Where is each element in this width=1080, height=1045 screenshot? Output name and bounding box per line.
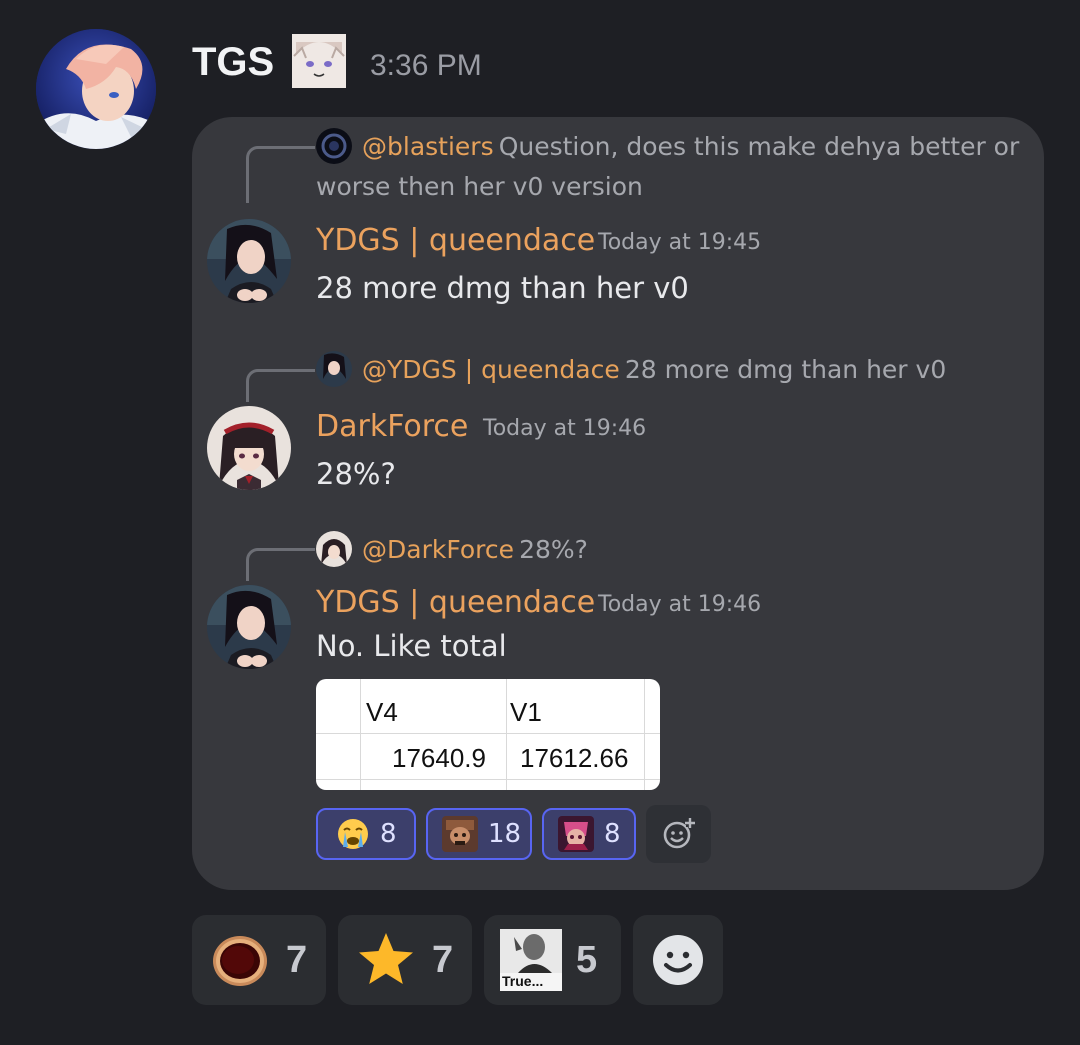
reply-mention[interactable]: @YDGS | queendace <box>362 355 620 384</box>
anime-face-sticker <box>292 34 346 88</box>
smiley-icon <box>653 935 703 985</box>
message-avatar[interactable] <box>207 585 291 669</box>
reaction[interactable]: 7 <box>192 915 326 1005</box>
star-icon <box>359 933 413 984</box>
reaction[interactable]: 7 <box>338 915 472 1005</box>
inner-reaction[interactable]: 8 <box>316 808 416 860</box>
table-cell: 17612.66 <box>520 743 629 773</box>
reply-connector <box>246 548 315 581</box>
message-time: Today at 19:45 <box>598 230 762 255</box>
message-text: 28%? <box>316 457 396 491</box>
reply-mention[interactable]: @blastiers <box>362 132 494 161</box>
reply-connector <box>246 146 315 203</box>
add-reaction-button[interactable] <box>633 915 723 1005</box>
message-text: 28 more dmg than her v0 <box>316 271 689 305</box>
reply-preview[interactable]: @blastiers Question, does this make dehy… <box>316 128 1022 208</box>
reply-preview[interactable]: @YDGS | queendace 28 more dmg than her v… <box>362 351 946 391</box>
reply-preview[interactable]: @DarkForce 28%? <box>362 531 588 571</box>
author-name[interactable]: TGS <box>192 38 274 86</box>
inner-reaction[interactable]: 8 <box>542 808 636 860</box>
reply-avatar <box>316 351 352 387</box>
reaction-count: 7 <box>432 938 454 981</box>
message-avatar[interactable] <box>207 406 291 490</box>
add-reaction-button[interactable] <box>646 805 711 863</box>
message-time: Today at 19:46 <box>598 592 762 617</box>
reaction-count: 5 <box>576 938 598 981</box>
spreadsheet-image[interactable]: V4 V1 17640.9 17612.66 <box>316 679 660 790</box>
reply-avatar <box>316 531 352 567</box>
reaction-count: 7 <box>286 938 308 981</box>
table-header: V1 <box>510 697 542 727</box>
message-text: No. Like total <box>316 629 507 663</box>
message-timestamp: 3:36 PM <box>370 49 482 82</box>
reply-text: 28 more dmg than her v0 <box>624 355 947 384</box>
message-time: Today at 19:46 <box>483 416 647 441</box>
reaction[interactable]: True... 5 <box>484 915 621 1005</box>
true-meme-icon: True... <box>500 929 562 991</box>
true-meme-label: True... <box>502 973 544 989</box>
message-author[interactable]: DarkForce <box>316 408 468 446</box>
reaction-count: 8 <box>604 819 621 849</box>
reply-mention[interactable]: @DarkForce <box>362 535 514 564</box>
character-emote-pink-icon <box>558 816 594 852</box>
table-header: V4 <box>366 697 398 727</box>
message-author[interactable]: YDGS | queendace <box>316 584 595 622</box>
add-emoji-icon <box>663 818 695 849</box>
character-emote-icon <box>442 816 478 852</box>
ring-icon <box>213 936 267 986</box>
table-cell: 17640.9 <box>392 743 486 773</box>
reply-text: 28%? <box>519 535 588 564</box>
reaction-count: 8 <box>380 819 397 849</box>
inner-reaction[interactable]: 18 <box>426 808 532 860</box>
reaction-count: 18 <box>488 819 522 849</box>
message-author[interactable]: YDGS | queendace <box>316 222 595 260</box>
author-avatar[interactable] <box>36 29 156 149</box>
reply-connector <box>246 369 315 402</box>
crying-face-icon <box>338 819 368 849</box>
message-avatar[interactable] <box>207 219 291 303</box>
